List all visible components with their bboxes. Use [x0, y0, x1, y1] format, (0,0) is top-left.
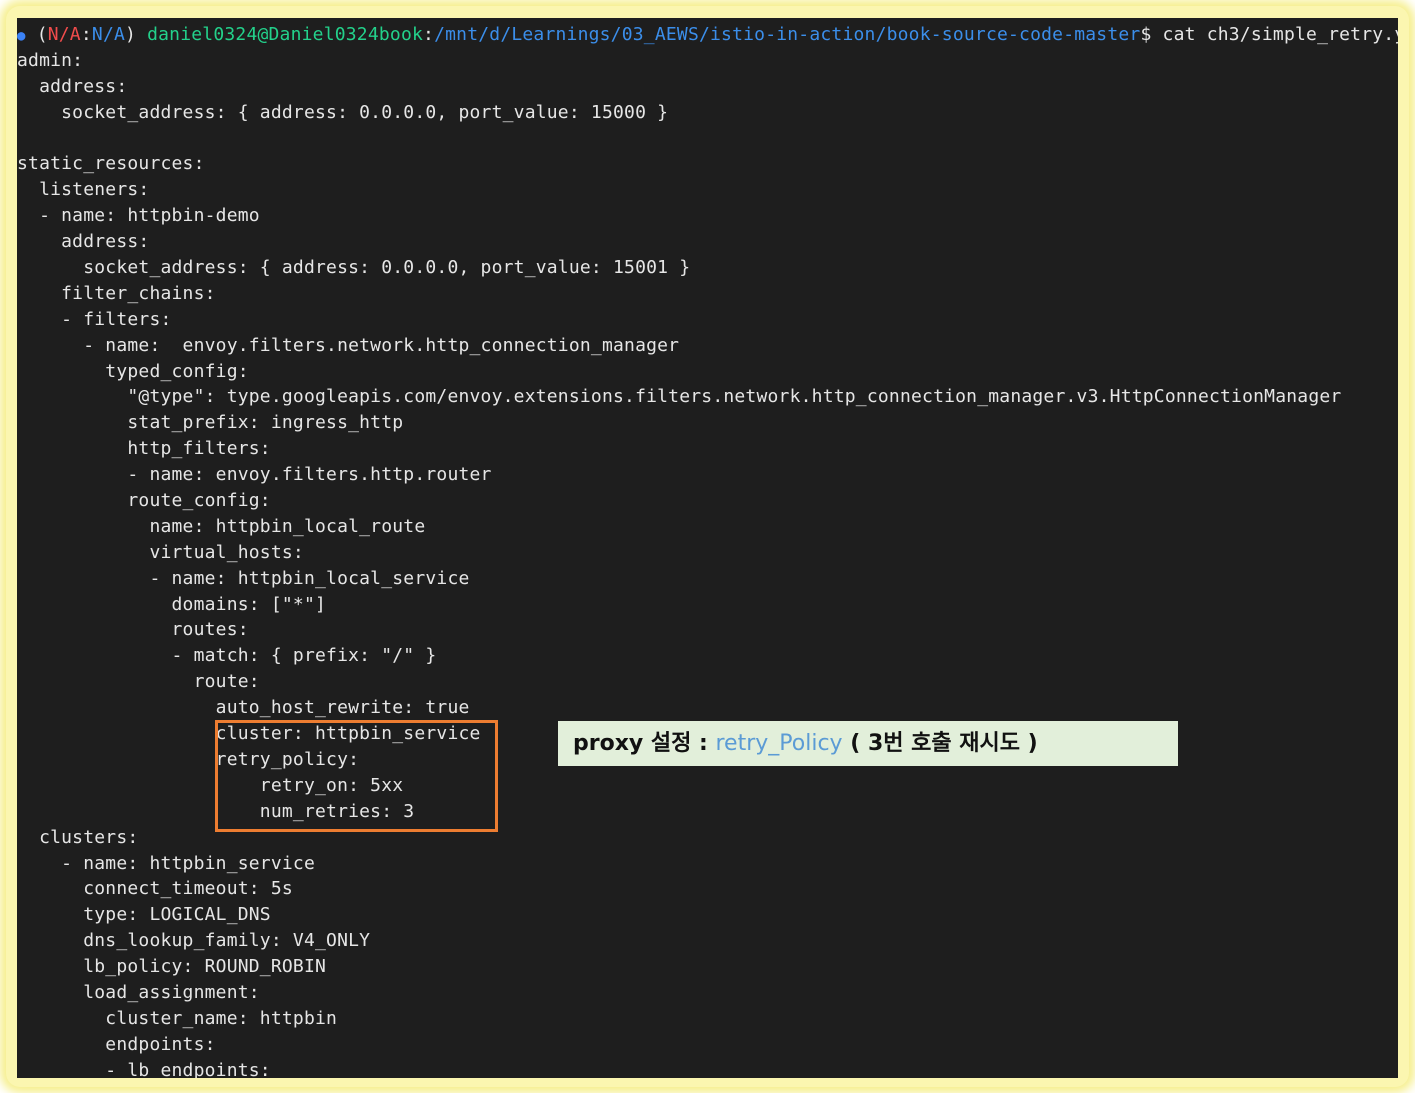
callout-prefix: proxy 설정 :: [573, 731, 716, 756]
file-line: route_config:: [17, 490, 271, 512]
file-line: - name: envoy.filters.network.http_conne…: [17, 334, 680, 356]
file-line: dns_lookup_family: V4_ONLY: [17, 930, 371, 952]
file-line: virtual_hosts:: [17, 541, 304, 563]
prompt-status-1: N/A: [47, 24, 81, 45]
callout-accent: retry_Policy: [715, 731, 843, 756]
file-line: endpoints:: [17, 1033, 216, 1055]
prompt-command: cat ch3/simple_retry.yaml: [1162, 24, 1398, 45]
file-line: typed_config:: [17, 360, 249, 382]
file-line: stat_prefix: ingress_http: [17, 412, 404, 434]
file-line: auto_host_rewrite: true: [17, 697, 470, 719]
prompt-path: /mnt/d/Learnings/03_AEWS/istio-in-action…: [434, 24, 1141, 45]
file-line: address:: [17, 75, 128, 97]
file-line: listeners:: [17, 179, 150, 201]
file-line: lb_policy: ROUND_ROBIN: [17, 956, 327, 978]
file-line: name: httpbin_local_route: [17, 515, 426, 537]
file-line: - name: httpbin_local_service: [17, 567, 470, 589]
file-line: domains: ["*"]: [17, 593, 327, 615]
terminal-window[interactable]: ● (N/A:N/A) daniel0324@Daniel0324book:/m…: [17, 18, 1398, 1078]
prompt-colon: :: [80, 24, 92, 45]
file-line: routes:: [17, 619, 249, 641]
file-content: admin: address: socket_address: { addres…: [17, 48, 1398, 1078]
prompt-paren-close: ): [125, 24, 148, 45]
file-line: filter_chains:: [17, 282, 216, 304]
file-line: - match: { prefix: "/" }: [17, 645, 437, 667]
file-line: address:: [17, 231, 150, 253]
prompt-separator: :: [423, 24, 435, 45]
file-line: socket_address: { address: 0.0.0.0, port…: [17, 101, 669, 123]
file-line: "@type": type.googleapis.com/envoy.exten…: [17, 386, 1342, 408]
callout-suffix: ( 3번 호출 재시도 ): [842, 731, 1038, 756]
file-line: route:: [17, 671, 260, 693]
retry-policy-callout: proxy 설정 : retry_Policy ( 3번 호출 재시도 ): [558, 721, 1178, 766]
file-line: - lb_endpoints:: [17, 1059, 271, 1078]
prompt-symbol: $: [1140, 24, 1152, 45]
file-line: - name: httpbin_service: [17, 852, 315, 874]
file-line: load_assignment:: [17, 981, 260, 1003]
file-line: cluster_name: httpbin: [17, 1007, 338, 1029]
prompt-paren-open: (: [36, 24, 48, 45]
file-line: admin:: [17, 49, 84, 71]
retry-policy-highlight-box: [215, 720, 498, 832]
file-line: connect_timeout: 5s: [17, 878, 293, 900]
file-line: type: LOGICAL_DNS: [17, 904, 271, 926]
file-line: - name: envoy.filters.http.router: [17, 464, 492, 486]
file-line: socket_address: { address: 0.0.0.0, port…: [17, 257, 691, 279]
prompt-bullet-icon: ●: [17, 28, 26, 44]
prompt-status-2: N/A: [91, 24, 126, 45]
prompt-user-host: daniel0324@Daniel0324book: [147, 24, 424, 45]
prompt-line: ● (N/A:N/A) daniel0324@Daniel0324book:/m…: [17, 22, 1398, 48]
terminal-output: ● (N/A:N/A) daniel0324@Daniel0324book:/m…: [17, 22, 1398, 1078]
file-line: - name: httpbin-demo: [17, 205, 260, 227]
file-line: - filters:: [17, 308, 172, 330]
file-line: http_filters:: [17, 438, 271, 460]
file-line: static_resources:: [17, 153, 205, 175]
file-line: [17, 126, 1398, 152]
